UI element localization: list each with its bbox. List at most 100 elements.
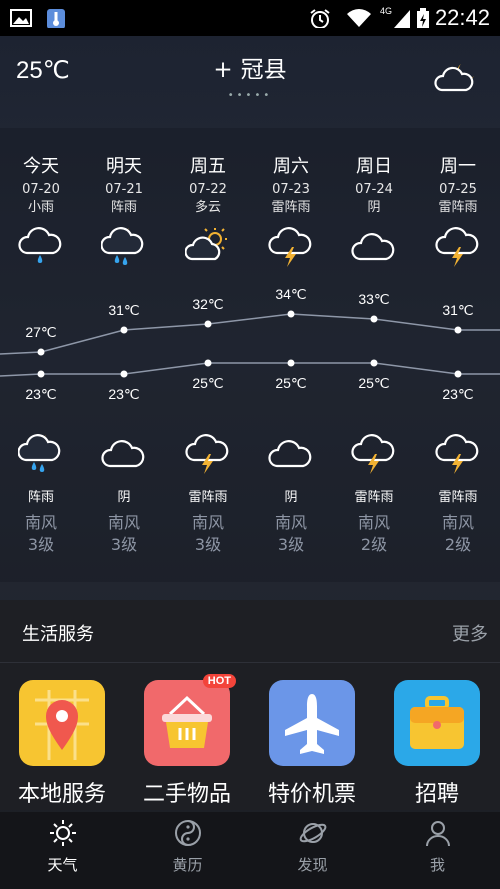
day-date: 07-25 xyxy=(439,182,477,197)
night-forecast: 阴 xyxy=(249,432,333,505)
wind-level: 3级 xyxy=(277,535,305,554)
low-temp-line-point xyxy=(370,359,378,367)
more-link[interactable]: 更多 xyxy=(452,620,488,646)
city-selector[interactable]: + 冠县 xyxy=(0,50,500,84)
nav-label: 黄历 xyxy=(172,856,203,874)
day-weather: 阴 xyxy=(367,200,381,215)
local-service-tile[interactable] xyxy=(19,680,105,766)
nav-label: 我 xyxy=(429,856,445,874)
secondhand-tile[interactable]: HOT xyxy=(144,674,236,766)
night-weather: 雷阵雨 xyxy=(354,490,394,505)
cloud-weather-icon xyxy=(268,440,312,468)
low-temp-line-point xyxy=(120,370,128,378)
day-name: 今天 xyxy=(23,156,59,177)
night-forecast: 阴 xyxy=(82,432,166,505)
nav-discover[interactable]: 发现 xyxy=(250,818,375,875)
day-name: 周日 xyxy=(356,156,392,177)
night-forecast: 雷阵雨 xyxy=(416,432,500,505)
wind-direction: 南风 xyxy=(357,513,390,532)
day-name: 周一 xyxy=(440,156,476,177)
wind-info: 南风 3级 xyxy=(82,512,166,556)
thunder-weather-icon xyxy=(268,227,312,267)
night-weather: 阴 xyxy=(117,490,131,505)
nav-almanac[interactable]: 黄历 xyxy=(125,818,250,875)
high-temp-line-point xyxy=(287,310,295,318)
sun-icon xyxy=(49,820,76,846)
night-weather: 雷阵雨 xyxy=(188,490,228,505)
yin-yang-icon xyxy=(174,820,201,846)
service-local[interactable]: 本地服务 xyxy=(12,680,112,808)
day-date: 07-24 xyxy=(355,182,393,197)
forecast-day-3[interactable]: 周六 07-23 雷阵雨 xyxy=(249,156,333,273)
wind-direction: 南风 xyxy=(191,513,224,532)
nav-me[interactable]: 我 xyxy=(375,818,500,875)
forecast-day-5[interactable]: 周一 07-25 雷阵雨 xyxy=(416,156,500,273)
day-date: 07-20 xyxy=(22,182,60,197)
low-temp-line-point xyxy=(454,370,462,378)
nav-label: 发现 xyxy=(297,856,328,874)
clock: 22:42 xyxy=(434,5,490,30)
wind-info: 南风 3级 xyxy=(249,512,333,556)
day-weather: 小雨 xyxy=(27,200,54,215)
jobs-tile[interactable] xyxy=(394,680,480,766)
thunder-weather-icon xyxy=(185,434,229,474)
low-temp-line xyxy=(0,362,500,377)
high-temp-line-point xyxy=(204,320,212,328)
rain-weather-icon xyxy=(18,227,62,263)
wind-direction: 南风 xyxy=(24,513,57,532)
nav-weather[interactable]: 天气 xyxy=(0,818,125,875)
day-weather: 雷阵雨 xyxy=(438,200,478,215)
day-weather: 多云 xyxy=(194,200,221,215)
cell-signal-icon xyxy=(394,10,410,28)
day-date: 07-21 xyxy=(105,182,143,197)
life-services-title: 生活服务 xyxy=(22,624,94,645)
briefcase-icon xyxy=(410,696,464,749)
thunder-weather-icon xyxy=(435,227,479,267)
user-icon xyxy=(425,821,450,847)
forecast-day-1[interactable]: 明天 07-21 阵雨 xyxy=(82,156,166,273)
night-weather: 阴 xyxy=(284,490,298,505)
day-name: 明天 xyxy=(106,156,142,177)
temperature-trend-chart xyxy=(0,310,500,378)
wind-info: 南风 3级 xyxy=(166,512,250,556)
wind-level: 3级 xyxy=(27,535,55,554)
service-label: 招聘 xyxy=(414,782,459,807)
cloud-moon-icon[interactable] xyxy=(434,60,478,94)
night-forecast: 雷阵雨 xyxy=(332,432,416,505)
service-secondhand[interactable]: HOT 二手物品 xyxy=(137,674,237,808)
service-label: 本地服务 xyxy=(17,782,106,807)
shower-weather-icon xyxy=(100,227,144,265)
thunder-weather-icon xyxy=(435,434,479,474)
planet-icon xyxy=(299,823,326,843)
day-weather: 雷阵雨 xyxy=(271,200,311,215)
low-temp-line-point xyxy=(37,370,45,378)
high-temp-line xyxy=(0,313,500,355)
airfare-tile[interactable] xyxy=(269,680,355,766)
map-pin-icon xyxy=(35,690,89,760)
airplane-icon xyxy=(285,694,339,754)
day-name: 周五 xyxy=(190,156,226,177)
day-date: 07-23 xyxy=(272,182,310,197)
add-city-icon[interactable]: + xyxy=(213,57,232,83)
wind-direction: 南风 xyxy=(441,513,474,532)
city-name: 冠县 xyxy=(240,57,287,83)
night-forecast: 雷阵雨 xyxy=(166,432,250,505)
forecast-day-4[interactable]: 周日 07-24 阴 xyxy=(332,156,416,273)
wind-level: 3级 xyxy=(110,535,138,554)
high-temp-line-point xyxy=(454,326,462,334)
day-name: 周六 xyxy=(273,156,309,177)
service-label: 特价机票 xyxy=(267,782,356,807)
service-airfare[interactable]: 特价机票 xyxy=(262,680,362,808)
low-temp-line-point xyxy=(287,359,295,367)
wind-direction: 南风 xyxy=(107,513,140,532)
wind-info: 南风 2级 xyxy=(416,512,500,556)
wind-level: 2级 xyxy=(444,535,472,554)
gallery-notification-icon xyxy=(10,9,32,27)
night-forecast: 阵雨 xyxy=(0,432,83,505)
forecast-day-2[interactable]: 周五 07-22 多云 xyxy=(166,156,250,273)
service-jobs[interactable]: 招聘 xyxy=(387,680,487,808)
forecast-day-0[interactable]: 今天 07-20 小雨 xyxy=(0,156,83,273)
basket-icon xyxy=(162,695,212,748)
day-weather: 阵雨 xyxy=(110,200,137,215)
alarm-icon xyxy=(310,9,330,28)
